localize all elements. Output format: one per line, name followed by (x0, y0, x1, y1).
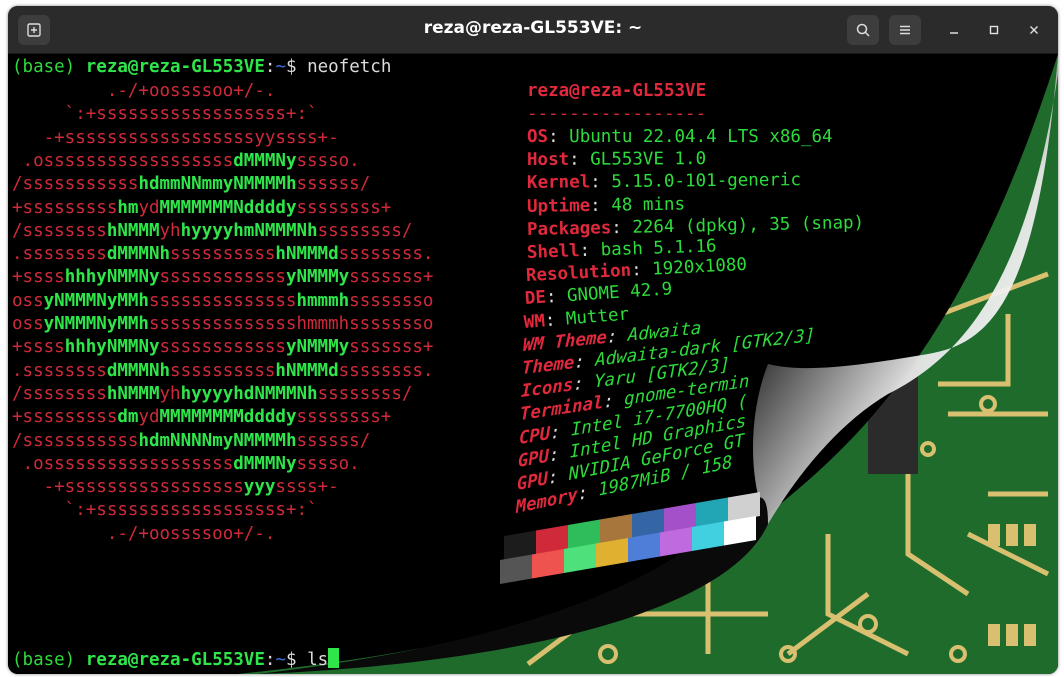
user-host: reza@reza-GL553VE (85, 650, 265, 670)
maximize-icon (989, 25, 999, 35)
conda-env: (base) (12, 650, 86, 670)
text-cursor (328, 648, 340, 668)
close-button[interactable] (1022, 18, 1046, 42)
prompt-line-2: (base) reza@reza-GL553VE:~$ ls (12, 648, 340, 672)
close-icon (1030, 26, 1038, 34)
maximize-button[interactable] (982, 18, 1006, 42)
prompt-dollar: $ (285, 650, 308, 670)
prompt-path: ~ (275, 650, 286, 670)
menu-button[interactable] (889, 15, 921, 45)
hamburger-menu-icon (900, 25, 910, 35)
terminal-area[interactable]: (base) reza@reza-GL553VE:~$ neofetch .-/… (8, 54, 1058, 674)
search-icon (856, 23, 870, 37)
command-text: ls (307, 650, 329, 670)
terminal-window: reza@reza-GL553VE: ~ (base) reza@reza-GL… (8, 6, 1058, 674)
title-bar[interactable]: reza@reza-GL553VE: ~ (8, 6, 1058, 54)
minimize-button[interactable] (942, 18, 966, 42)
minimize-icon (950, 32, 958, 34)
search-button[interactable] (847, 15, 879, 45)
prompt-sep: : (264, 650, 276, 670)
color-palette (500, 492, 760, 584)
